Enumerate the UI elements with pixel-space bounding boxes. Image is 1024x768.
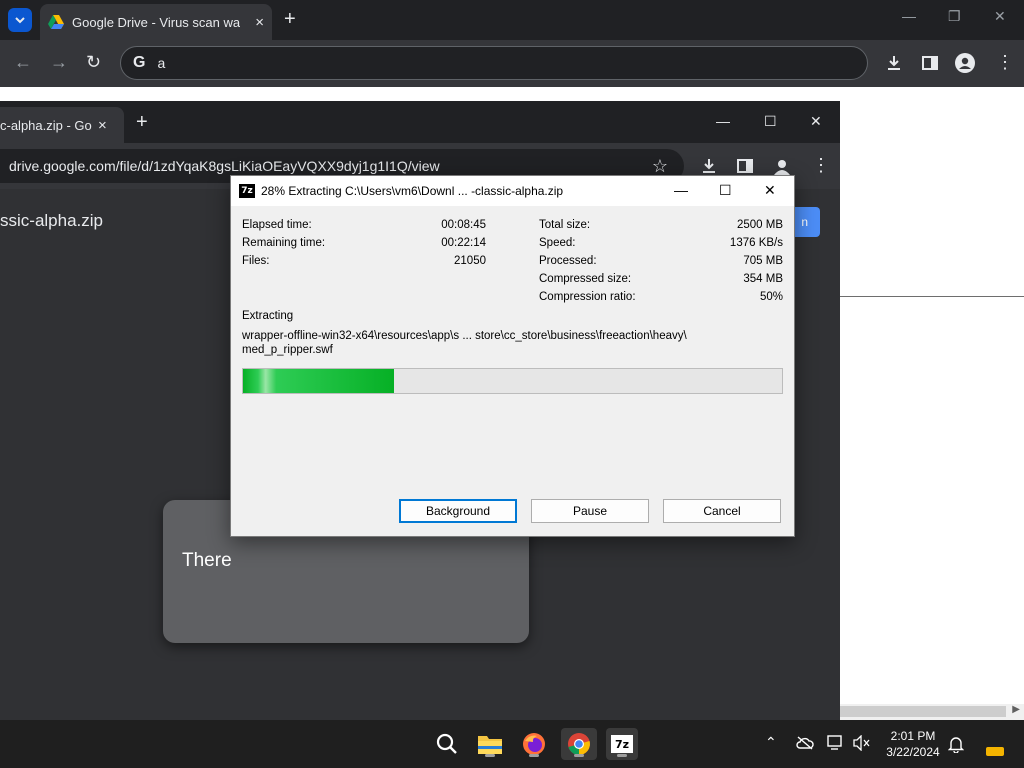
- restore-button[interactable]: ❐: [948, 8, 961, 25]
- taskbar: 7z ⌃ 2:01 PM 3/22/2024: [0, 720, 1024, 768]
- tab-close-button[interactable]: ×: [255, 14, 264, 31]
- 7zip-icon: 7z: [611, 735, 633, 753]
- profile-icon[interactable]: [955, 53, 975, 73]
- processed-value: 705 MB: [743, 255, 783, 267]
- speed-label: Speed:: [539, 237, 576, 249]
- extract-progress-bar: [242, 368, 783, 394]
- compression-ratio-label: Compression ratio:: [539, 291, 636, 303]
- scroll-right-icon[interactable]: ▶: [1012, 704, 1020, 715]
- firefox-button[interactable]: [518, 728, 550, 760]
- tab-title: c-alpha.zip - Goo: [0, 117, 92, 133]
- maximize-button[interactable]: ☐: [764, 113, 777, 130]
- side-panel-icon[interactable]: [737, 158, 753, 174]
- background-button[interactable]: Background: [399, 499, 517, 523]
- firefox-icon: [523, 733, 545, 755]
- tab-close-button[interactable]: ×: [98, 117, 107, 134]
- running-indicator: [529, 754, 539, 757]
- progress-fill: [243, 369, 394, 393]
- minimize-button[interactable]: —: [674, 182, 688, 198]
- elapsed-time-value: 00:08:45: [441, 219, 486, 231]
- maximize-button[interactable]: ☐: [719, 182, 732, 199]
- side-panel-icon[interactable]: [922, 55, 938, 71]
- menu-icon[interactable]: ⋮: [996, 52, 1014, 73]
- page-divider: [840, 296, 1024, 297]
- clock-time: 2:01 PM: [890, 729, 936, 743]
- address-text[interactable]: drive.google.com/file/d/1zdYqaK8gsLiKiaO…: [9, 158, 440, 174]
- close-window-button[interactable]: ✕: [810, 113, 822, 130]
- reload-icon[interactable]: ↻: [86, 52, 101, 73]
- elapsed-time-label: Elapsed time:: [242, 219, 312, 231]
- forward-icon[interactable]: →: [50, 52, 68, 73]
- current-file-name: med_p_ripper.swf: [242, 344, 333, 356]
- outer-tab-strip: Google Drive - Virus scan warni × + — ❐ …: [0, 0, 1024, 40]
- tab-google-drive[interactable]: Google Drive - Virus scan warni ×: [40, 4, 272, 40]
- running-indicator: [617, 754, 627, 757]
- 7zip-taskbar-button[interactable]: 7z: [606, 728, 638, 760]
- google-drive-icon: [48, 15, 64, 29]
- back-icon[interactable]: ←: [14, 52, 32, 73]
- chrome-icon: [568, 733, 590, 755]
- inner-tab-strip: c-alpha.zip - Goo × + — ☐ ✕: [0, 101, 840, 143]
- search-icon: [436, 733, 457, 754]
- tab-title: Google Drive - Virus scan warni: [72, 14, 240, 30]
- status-label: Extracting: [242, 310, 294, 322]
- files-value: 21050: [454, 255, 486, 267]
- speed-value: 1376 KB/s: [729, 237, 783, 249]
- chevron-down-icon: [15, 17, 25, 24]
- tab-drive-file[interactable]: c-alpha.zip - Goo ×: [0, 107, 124, 143]
- horizontal-scrollbar[interactable]: ▶: [840, 704, 1024, 720]
- download-icon[interactable]: [885, 54, 903, 72]
- current-file-path: wrapper-offline-win32-x64\resources\app\…: [242, 330, 687, 342]
- bookmark-star-icon[interactable]: ☆: [652, 156, 668, 177]
- preview-message-text: There: [182, 550, 232, 571]
- new-tab-button[interactable]: +: [284, 8, 296, 31]
- scrollbar-thumb[interactable]: [840, 706, 1006, 717]
- minimize-button[interactable]: —: [716, 113, 730, 129]
- total-size-label: Total size:: [539, 219, 591, 231]
- 7zip-app-icon: 7z: [239, 184, 255, 198]
- pause-button[interactable]: Pause: [531, 499, 649, 523]
- compression-ratio-value: 50%: [759, 291, 783, 303]
- outer-toolbar: ← → ↻ G a ⋮: [0, 40, 1024, 87]
- minimize-button[interactable]: —: [902, 8, 916, 24]
- remaining-time-label: Remaining time:: [242, 237, 326, 249]
- system-clock[interactable]: 2:01 PM 3/22/2024: [880, 728, 946, 760]
- compressed-size-value: 354 MB: [743, 273, 783, 285]
- profile-icon[interactable]: [772, 156, 792, 176]
- total-size-value: 2500 MB: [736, 219, 783, 231]
- show-hidden-icons-button[interactable]: ⌃: [765, 734, 777, 751]
- address-text[interactable]: a: [157, 55, 165, 71]
- cloud-offline-icon[interactable]: [796, 736, 814, 750]
- chrome-button[interactable]: [561, 728, 597, 760]
- compressed-size-label: Compressed size:: [539, 273, 632, 285]
- network-icon[interactable]: [827, 735, 845, 751]
- tab-search-button[interactable]: [8, 8, 32, 32]
- clock-date: 3/22/2024: [886, 745, 940, 759]
- search-button[interactable]: [431, 728, 463, 760]
- pre-release-badge-icon: [986, 747, 1004, 756]
- file-explorer-button[interactable]: [474, 728, 506, 760]
- remaining-time-value: 00:22:14: [441, 237, 486, 249]
- cancel-button[interactable]: Cancel: [663, 499, 781, 523]
- close-window-button[interactable]: ✕: [994, 8, 1006, 25]
- new-tab-button[interactable]: +: [136, 111, 148, 134]
- dialog-title: 28% Extracting C:\Users\vm6\Downl ... -c…: [261, 184, 564, 198]
- google-icon: G: [133, 54, 146, 71]
- close-dialog-button[interactable]: ✕: [764, 182, 776, 199]
- notification-bell-icon[interactable]: [948, 735, 964, 753]
- dialog-titlebar: 7z 28% Extracting C:\Users\vm6\Downl ...…: [231, 176, 794, 206]
- address-bar[interactable]: G a: [120, 46, 868, 80]
- extract-progress-dialog: 7z 28% Extracting C:\Users\vm6\Downl ...…: [230, 175, 795, 537]
- processed-label: Processed:: [539, 255, 597, 267]
- folder-icon: [478, 736, 502, 754]
- volume-muted-icon[interactable]: [853, 735, 871, 751]
- menu-icon[interactable]: ⋮: [812, 155, 830, 176]
- running-indicator: [574, 754, 584, 757]
- file-title: ssic-alpha.zip: [0, 211, 103, 230]
- download-icon[interactable]: [700, 157, 718, 175]
- running-indicator: [485, 754, 495, 757]
- files-label: Files:: [242, 255, 270, 267]
